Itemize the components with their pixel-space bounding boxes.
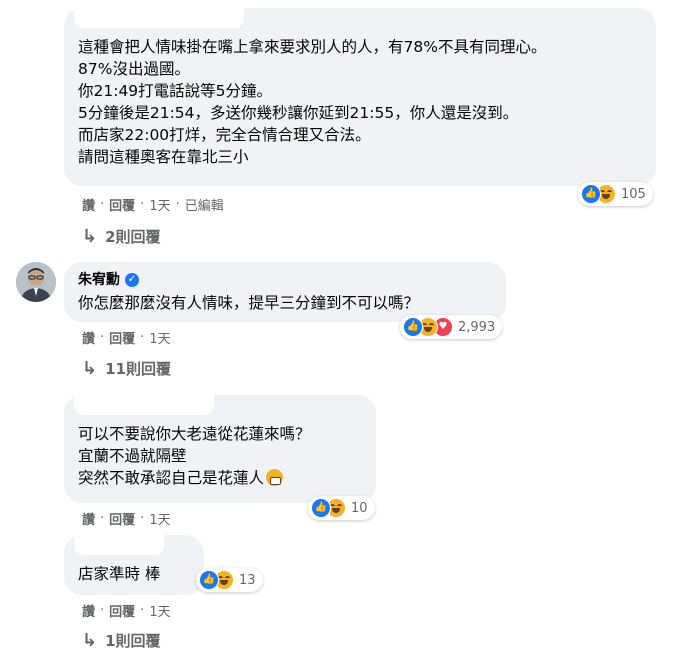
- comment-text: 你怎麼那麼沒有人情味，提早三分鐘到不可以嗎？: [78, 294, 420, 312]
- view-replies-link[interactable]: ↳ 2則回覆: [82, 226, 161, 247]
- reply-arrow-icon: ↳: [82, 357, 98, 379]
- reaction-summary[interactable]: 👍 10: [308, 496, 375, 520]
- like-button[interactable]: 讚: [82, 328, 95, 347]
- separator: ·: [140, 330, 145, 345]
- like-button[interactable]: 讚: [82, 601, 95, 620]
- reply-button[interactable]: 回覆: [109, 509, 135, 528]
- like-reaction-icon: 👍: [403, 317, 423, 337]
- reaction-summary[interactable]: 👍 13: [196, 568, 263, 592]
- replies-count-label: 1則回覆: [105, 632, 161, 650]
- separator: ·: [100, 511, 105, 526]
- verified-badge-icon: ✓: [125, 273, 139, 287]
- comment-text-line-with-emoji: 突然不敢承認自己是花蓮人: [78, 467, 362, 489]
- reaction-summary[interactable]: 👍 ♥ 2,993: [400, 315, 503, 339]
- reply-arrow-icon: ↳: [82, 629, 98, 651]
- comment-text: 店家準時 棒: [78, 565, 161, 583]
- hidden-author-name: [74, 8, 244, 28]
- separator: ·: [175, 197, 180, 212]
- reply-button[interactable]: 回覆: [109, 601, 135, 620]
- reply-button[interactable]: 回覆: [109, 195, 135, 214]
- separator: ·: [140, 511, 145, 526]
- replies-count-label: 2則回覆: [105, 228, 161, 246]
- separator: ·: [100, 603, 105, 618]
- author-row: 朱宥勳 ✓: [78, 270, 492, 290]
- separator: ·: [100, 197, 105, 212]
- timestamp[interactable]: 1天: [149, 509, 170, 528]
- comment-actions: 讚 · 回覆 · 1天: [82, 509, 171, 528]
- avatar-image: [16, 262, 56, 302]
- comment-text: 這種會把人情味掛在嘴上拿來要求別人的人，有78%不具有同理心。 87%沒出過國。…: [78, 38, 547, 166]
- avatar[interactable]: [16, 262, 56, 302]
- grimace-emoji-icon: [266, 469, 284, 486]
- reply-button[interactable]: 回覆: [109, 328, 135, 347]
- comment-actions: 讚 · 回覆 · 1天 · 已編輯: [82, 195, 224, 214]
- hidden-author-name: [74, 395, 214, 415]
- like-reaction-icon: 👍: [581, 184, 601, 204]
- comment-text-line: 宜蘭不過就隔壁: [78, 447, 187, 465]
- view-replies-link[interactable]: ↳ 11則回覆: [82, 358, 171, 379]
- reaction-summary[interactable]: 👍 105: [578, 182, 653, 206]
- timestamp[interactable]: 1天: [149, 601, 170, 620]
- like-button[interactable]: 讚: [82, 509, 95, 528]
- reaction-count: 105: [621, 186, 646, 202]
- replies-count-label: 11則回覆: [105, 360, 171, 378]
- view-replies-link[interactable]: ↳ 1則回覆: [82, 630, 161, 651]
- timestamp[interactable]: 1天: [149, 328, 170, 347]
- separator: ·: [140, 603, 145, 618]
- comment-text-line: 突然不敢承認自己是花蓮人: [78, 469, 265, 487]
- comment-bubble-1: 這種會把人情味掛在嘴上拿來要求別人的人，有78%不具有同理心。 87%沒出過國。…: [64, 8, 656, 186]
- reply-arrow-icon: ↳: [82, 225, 98, 247]
- edited-label: 已編輯: [184, 199, 224, 214]
- like-button[interactable]: 讚: [82, 195, 95, 214]
- comment-actions: 讚 · 回覆 · 1天: [82, 328, 171, 347]
- separator: ·: [140, 197, 145, 212]
- author-name[interactable]: 朱宥勳: [78, 270, 120, 290]
- reaction-count: 13: [239, 572, 256, 588]
- comment-text-line: 可以不要說你大老遠從花蓮來嗎？: [78, 425, 311, 443]
- like-reaction-icon: 👍: [199, 570, 219, 590]
- reaction-count: 2,993: [458, 319, 496, 335]
- comment-bubble-3: 可以不要說你大老遠從花蓮來嗎？ 宜蘭不過就隔壁 突然不敢承認自己是花蓮人: [64, 395, 376, 503]
- timestamp[interactable]: 1天: [149, 195, 170, 214]
- like-reaction-icon: 👍: [311, 498, 331, 518]
- separator: ·: [100, 330, 105, 345]
- reaction-count: 10: [351, 500, 368, 516]
- comment-actions: 讚 · 回覆 · 1天: [82, 601, 171, 620]
- hidden-author-name: [74, 535, 164, 555]
- comment-bubble-2: 朱宥勳 ✓ 你怎麼那麼沒有人情味，提早三分鐘到不可以嗎？: [64, 262, 506, 322]
- comment-bubble-4: 店家準時 棒: [64, 535, 204, 595]
